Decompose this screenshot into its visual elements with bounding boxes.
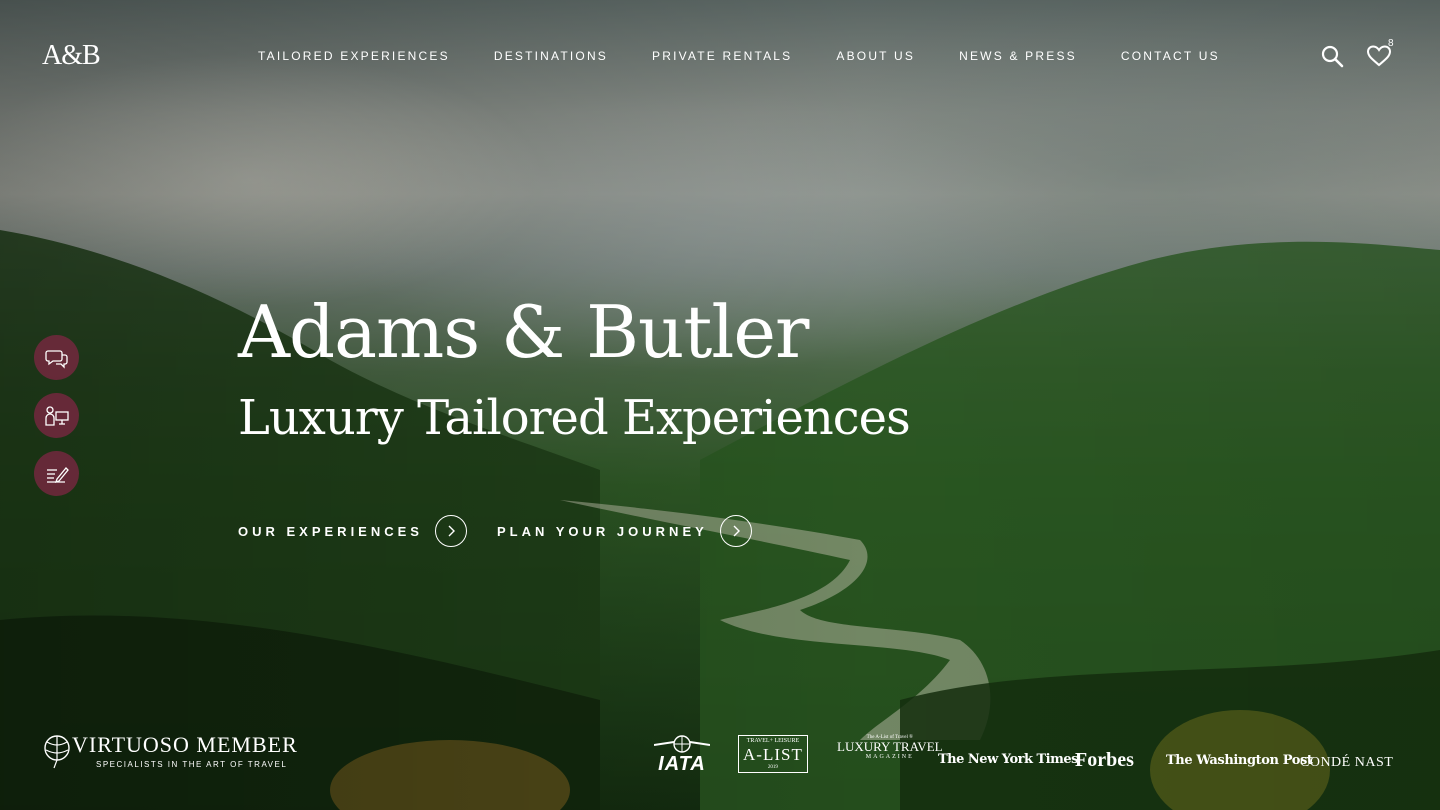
alist-year-text: 2019 [767, 765, 778, 770]
enquiry-form-button[interactable] [34, 451, 79, 496]
virtuoso-tagline: SPECIALISTS IN THE ART OF TRAVEL [96, 759, 288, 769]
luxury-travel-magazine-logo: The A-List of Travel ® LUXURY TRAVEL MAG… [837, 735, 943, 760]
our-experiences-label: OUR EXPERIENCES [238, 523, 423, 539]
enquiry-form-icon [46, 466, 69, 483]
nav-contact-us[interactable]: CONTACT US [1121, 49, 1220, 63]
washington-post-logo: The Washington Post [1166, 753, 1313, 768]
chevron-right-icon [434, 515, 467, 547]
new-york-times-logo: The New York Times [938, 752, 1078, 767]
virtuoso-globe-icon [44, 735, 70, 769]
chevron-right-icon [719, 515, 752, 547]
iata-text: IATA [658, 753, 706, 775]
nav-destinations[interactable]: DESTINATIONS [494, 49, 608, 63]
nav-news-press[interactable]: NEWS & PRESS [959, 49, 1077, 63]
hero-title: Adams & Butler [238, 290, 809, 374]
chat-button[interactable] [34, 335, 79, 380]
consultant-button[interactable] [34, 393, 79, 438]
plan-your-journey-label: PLAN YOUR JOURNEY [497, 523, 708, 539]
alist-top-text: TRAVEL+ LEISURE [746, 738, 800, 744]
plan-your-journey-button[interactable]: PLAN YOUR JOURNEY [497, 515, 752, 547]
consultant-icon [44, 405, 69, 426]
brand-logo[interactable]: A&B [42, 40, 101, 72]
nav-private-rentals[interactable]: PRIVATE RENTALS [652, 49, 792, 63]
chat-icon [44, 349, 68, 369]
conde-nast-logo: CONDÉ NAST [1300, 755, 1394, 770]
search-icon[interactable] [1320, 44, 1344, 68]
nav-tailored-experiences[interactable]: TAILORED EXPERIENCES [258, 49, 450, 63]
virtuoso-member-badge[interactable]: VIRTUOSO MEMBER SPECIALISTS IN THE ART O… [42, 730, 298, 770]
alist-main-text: A-LIST [743, 745, 803, 764]
nav-about-us[interactable]: ABOUT US [836, 49, 915, 63]
our-experiences-button[interactable]: OUR EXPERIENCES [238, 515, 467, 547]
forbes-logo: Forbes [1075, 749, 1134, 771]
main-nav: TAILORED EXPERIENCES DESTINATIONS PRIVAT… [258, 49, 1264, 63]
ltm-bottom-text: MAGAZINE [865, 754, 914, 760]
iata-logo: IATA [654, 735, 710, 776]
iata-globe-icon [654, 735, 710, 753]
hero-subtitle: Luxury Tailored Experiences [238, 390, 911, 446]
ltm-main-text: LUXURY TRAVEL [837, 739, 943, 754]
favorites-count-badge: 8 [1388, 38, 1394, 49]
virtuoso-title: VIRTUOSO MEMBER [72, 731, 298, 757]
travel-leisure-alist-logo: TRAVEL+ LEISURE A-LIST 2019 [738, 735, 808, 773]
